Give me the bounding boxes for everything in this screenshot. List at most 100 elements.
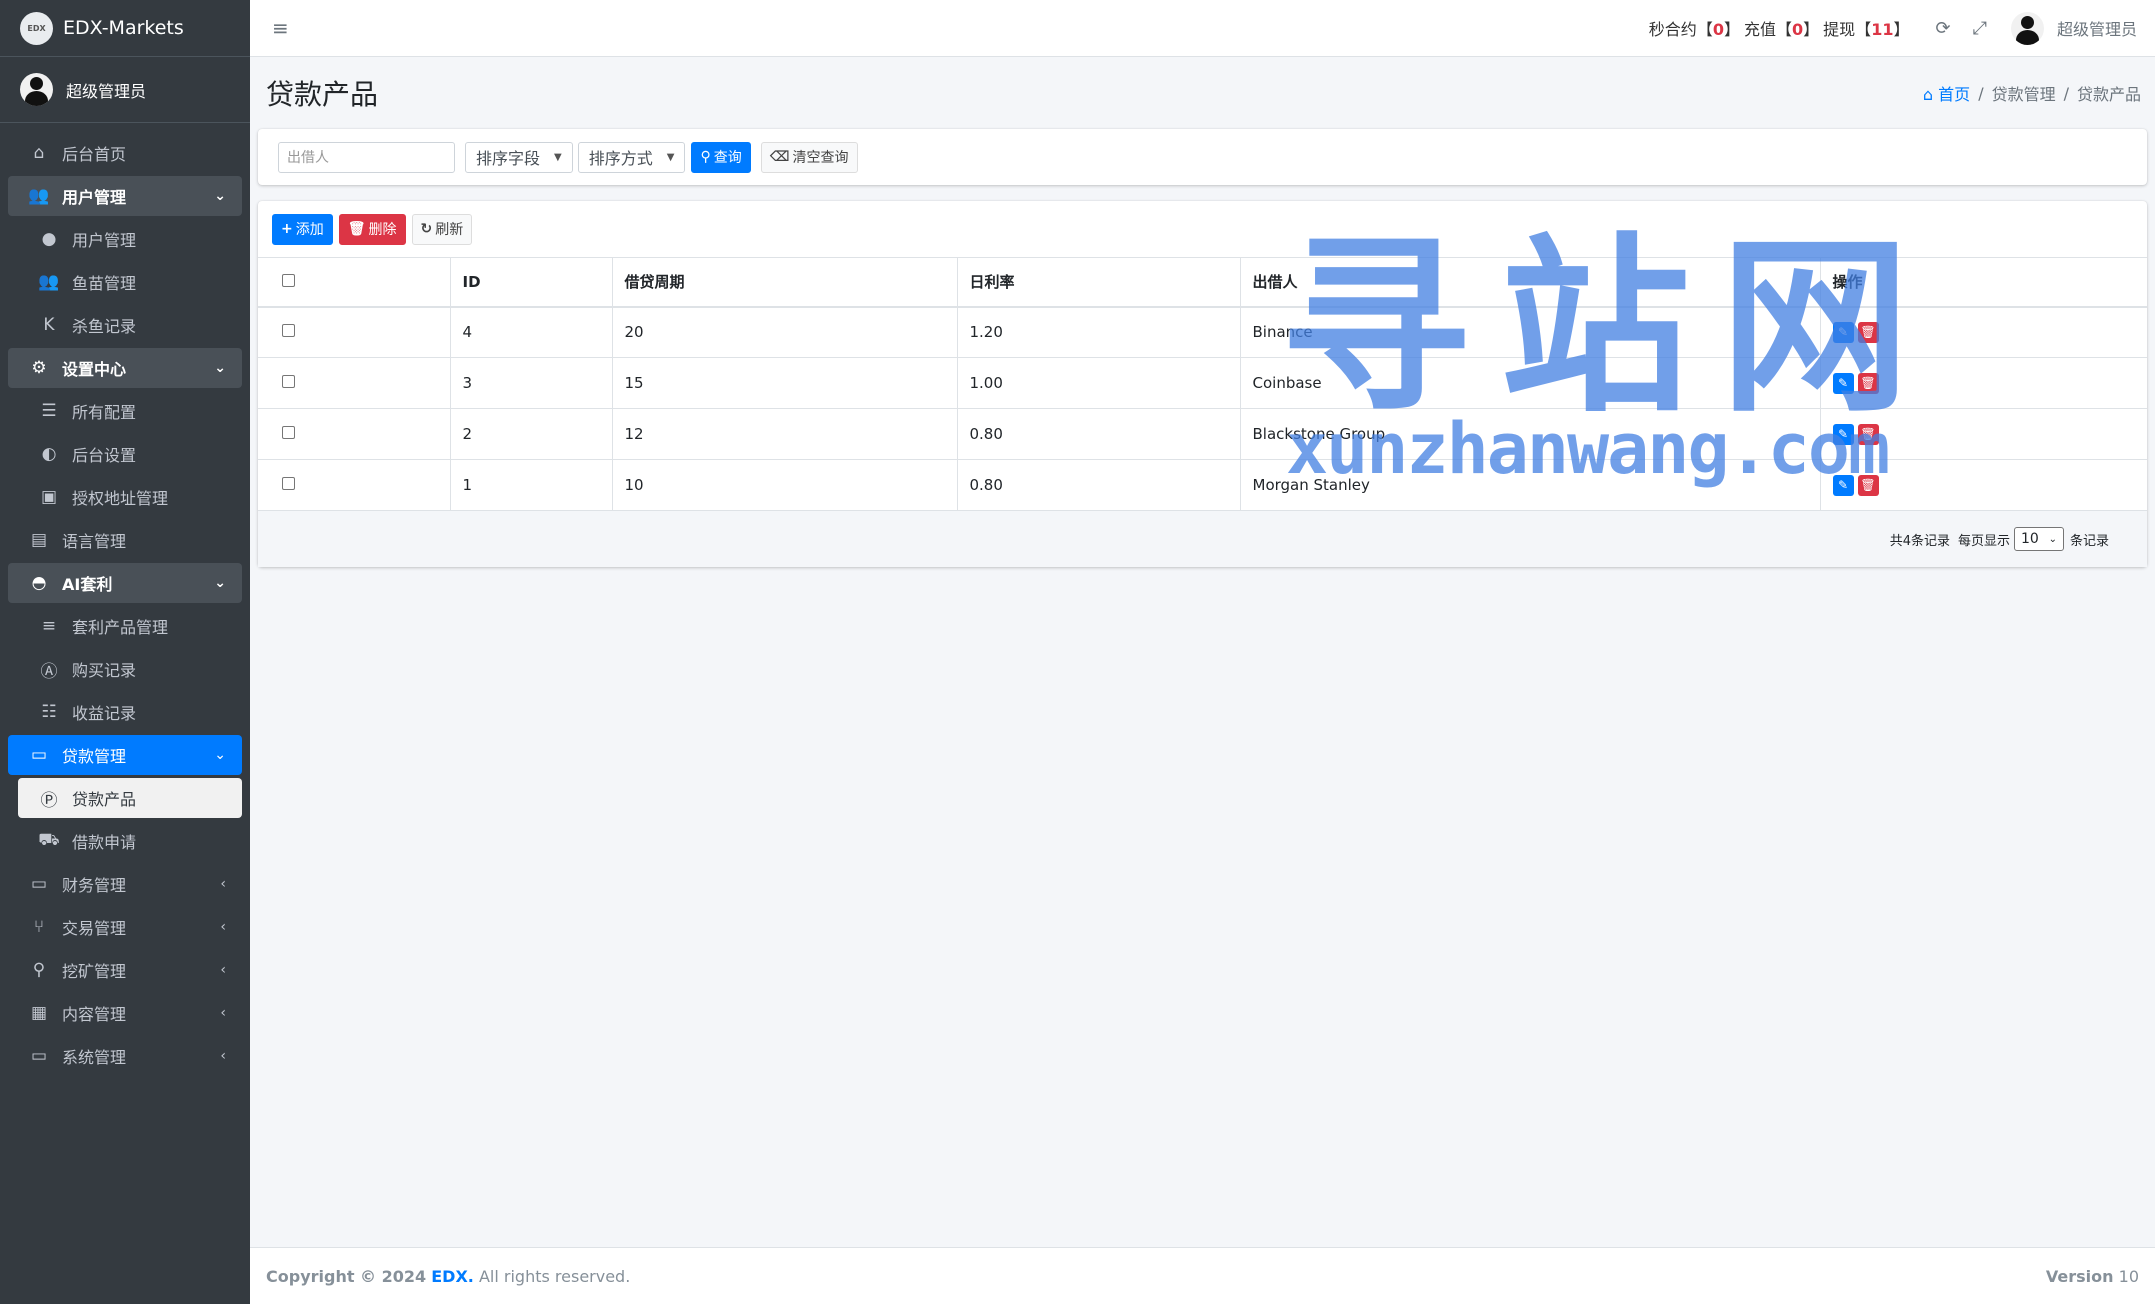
cell-period: 15 xyxy=(612,357,958,409)
per-page-prefix: 每页显示 xyxy=(1957,533,2010,549)
edit-icon[interactable]: ✎ xyxy=(1832,372,1854,394)
sidebar-item-label: 贷款管理 xyxy=(62,747,127,766)
sidebar-item-purchase-log[interactable]: Ⓐ 购买记录 xyxy=(8,649,242,689)
bracket-close: 】 xyxy=(1723,20,1740,39)
cell-actions: ✎ 🗑 xyxy=(1820,306,2147,358)
sidebar-group-users[interactable]: 👥 用户管理 ⌄ xyxy=(8,176,242,216)
version-info: Version 10 xyxy=(2046,1267,2139,1286)
avatar xyxy=(20,73,53,106)
sidebar-item-loan-products[interactable]: Ⓟ 贷款产品 xyxy=(18,778,242,818)
trash-icon: 🗑 xyxy=(347,221,366,237)
cell-actions: ✎ 🗑 xyxy=(1820,459,2147,511)
delete-icon[interactable]: 🗑 xyxy=(1857,321,1879,343)
edit-icon[interactable]: ✎ xyxy=(1832,474,1854,496)
money-icon: ▭ xyxy=(30,874,48,894)
delete-icon[interactable]: 🗑 xyxy=(1857,372,1879,394)
cell-lender: Binance xyxy=(1240,306,1821,358)
lender-search-input[interactable]: 出借人 xyxy=(278,141,455,173)
sidebar-item-user-list[interactable]: ● 用户管理 xyxy=(8,219,242,259)
row-checkbox[interactable] xyxy=(282,324,295,338)
cell-lender: Blackstone Group xyxy=(1240,408,1821,460)
sidebar-item-kill-log[interactable]: K 杀鱼记录 xyxy=(8,305,242,345)
menu-toggle-icon[interactable]: ≡ xyxy=(272,16,289,40)
top-user-menu[interactable]: 超级管理员 xyxy=(2010,11,2137,45)
row-checkbox[interactable] xyxy=(282,426,295,439)
edit-icon[interactable]: ✎ xyxy=(1832,321,1854,343)
sidebar-item-language[interactable]: ▤ 语言管理 xyxy=(8,520,242,560)
search-icon: ⚲ xyxy=(700,149,711,165)
user-icon: ● xyxy=(41,229,57,249)
sidebar-group-system[interactable]: ▭ 系统管理 ‹ xyxy=(8,1036,242,1076)
counter-withdraw[interactable]: 提现【11】 xyxy=(1823,16,1909,40)
breadcrumb-item[interactable]: 贷款管理 xyxy=(1992,81,2056,105)
edit-icon[interactable]: ✎ xyxy=(1832,423,1854,445)
brand-logo: EDX xyxy=(20,11,53,45)
footer: Copyright © 2024 EDX. All rights reserve… xyxy=(250,1247,2155,1304)
sidebar-group-mining[interactable]: ⚲ 挖矿管理 ‹ xyxy=(8,950,242,990)
counter-value: 0 xyxy=(1792,20,1804,39)
desktop-icon: ▭ xyxy=(30,1046,48,1066)
brand-link[interactable]: EDX EDX-Markets xyxy=(0,0,250,57)
footer-brand-link[interactable]: EDX. xyxy=(431,1267,474,1286)
counter-label: 充值 xyxy=(1743,20,1776,39)
row-checkbox[interactable] xyxy=(282,375,295,388)
total-records: 共4条记录 xyxy=(1889,533,1950,549)
cell-period: 10 xyxy=(612,459,958,511)
fullscreen-icon[interactable]: ⤢ xyxy=(1973,18,1987,39)
clear-query-button[interactable]: ⌫ 清空查询 xyxy=(760,141,858,173)
clear-label: 清空查询 xyxy=(792,150,849,166)
android-icon: ◓ xyxy=(31,573,47,593)
per-page-value: 10 xyxy=(2020,531,2039,547)
chevron-down-icon: ⌄ xyxy=(214,575,226,591)
refresh-icon[interactable]: ⟳ xyxy=(1935,18,1950,39)
sort-order-select[interactable]: 排序方式 ▼ xyxy=(577,141,686,173)
delete-icon[interactable]: 🗑 xyxy=(1857,474,1879,496)
bars-icon: ≡ xyxy=(41,616,57,636)
sort-field-select[interactable]: 排序字段 ▼ xyxy=(465,141,573,173)
copyright-text: Copyright © 2024 xyxy=(266,1266,427,1286)
counter-deposit[interactable]: 充值【0】 xyxy=(1744,16,1819,40)
column-header-lender[interactable]: 出借人 xyxy=(1240,257,1821,308)
column-header-id[interactable]: ID xyxy=(450,257,613,308)
user-panel[interactable]: 超级管理员 xyxy=(0,57,250,123)
delete-icon[interactable]: 🗑 xyxy=(1857,423,1879,445)
sidebar-group-loans[interactable]: ▭ 贷款管理 ⌄ xyxy=(8,735,242,775)
breadcrumb-home[interactable]: ⌂ 首页 xyxy=(1923,81,1970,105)
top-right-area: 秒合约【0】 充值【0】 提现【11】 ⟳ ⤢ 超级管理员 xyxy=(1649,11,2155,45)
column-header-period[interactable]: 借贷周期 xyxy=(612,257,958,308)
sidebar-item-arbitrage-products[interactable]: ≡ 套利产品管理 xyxy=(8,606,242,646)
table-header-row: ID 借贷周期 日利率 出借人 操作 xyxy=(258,257,2147,308)
sidebar-item-admin-settings[interactable]: ◐ 后台设置 xyxy=(8,434,242,474)
delete-button[interactable]: 🗑 删除 xyxy=(338,213,406,245)
sidebar-item-auth-address[interactable]: ▣ 授权地址管理 xyxy=(8,477,242,517)
query-button[interactable]: ⚲ 查询 xyxy=(691,141,751,173)
home-icon: ⌂ xyxy=(33,143,45,163)
cell-id: 3 xyxy=(450,357,613,409)
counter-contract[interactable]: 秒合约【0】 xyxy=(1649,16,1740,40)
sidebar-item-label: 设置中心 xyxy=(62,360,127,379)
sidebar-item-label: 用户管理 xyxy=(72,231,137,250)
sidebar-item-all-config[interactable]: ☰ 所有配置 xyxy=(8,391,242,431)
top-navbar: ≡ 秒合约【0】 充值【0】 提现【11】 ⟳ ⤢ 超级管理员 xyxy=(250,0,2155,57)
refresh-button[interactable]: ↻ 刷新 xyxy=(411,213,473,245)
eraser-icon: ⌫ xyxy=(769,149,790,165)
row-select-cell xyxy=(258,459,451,511)
sidebar-item-label: 财务管理 xyxy=(62,876,127,895)
sort-field-label: 排序字段 xyxy=(476,149,541,168)
sidebar-group-ai-arbitrage[interactable]: ◓ AI套利 ⌄ xyxy=(8,563,242,603)
column-header-rate[interactable]: 日利率 xyxy=(957,257,1241,308)
sidebar-item-loan-applications[interactable]: ⛟ 借款申请 xyxy=(8,821,242,861)
sidebar-item-fish[interactable]: 👥 鱼苗管理 xyxy=(8,262,242,302)
sidebar-group-finance[interactable]: ▭ 财务管理 ‹ xyxy=(8,864,242,904)
select-all-checkbox[interactable] xyxy=(282,273,295,287)
add-button[interactable]: + 添加 xyxy=(272,213,333,245)
row-checkbox[interactable] xyxy=(282,477,295,490)
sidebar-item-label: 内容管理 xyxy=(62,1005,127,1024)
sidebar-group-content[interactable]: ▦ 内容管理 ‹ xyxy=(8,993,242,1033)
chevron-down-icon: ⌄ xyxy=(2048,533,2057,545)
sidebar-group-trading[interactable]: ⑂ 交易管理 ‹ xyxy=(8,907,242,947)
per-page-select[interactable]: 10 ⌄ xyxy=(2013,527,2064,551)
sidebar-item-dashboard[interactable]: ⌂ 后台首页 xyxy=(8,133,242,173)
sidebar-group-settings[interactable]: ⚙ 设置中心 ⌄ xyxy=(8,348,242,388)
sidebar-item-income-log[interactable]: ☷ 收益记录 xyxy=(8,692,242,732)
